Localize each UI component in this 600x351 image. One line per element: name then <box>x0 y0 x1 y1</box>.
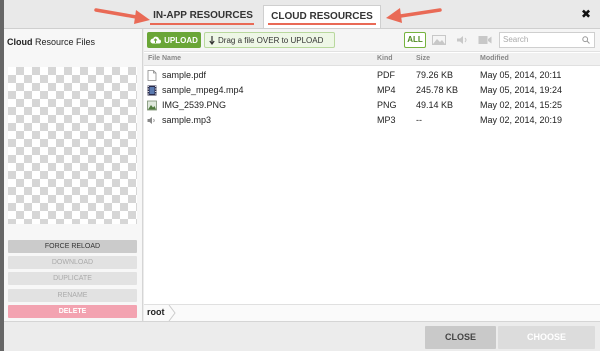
file-size: 245.78 KB <box>416 85 459 95</box>
search-icon <box>582 36 590 44</box>
col-size[interactable]: Size <box>416 55 430 62</box>
panel-title-rest: Resource Files <box>32 37 96 47</box>
speaker-icon <box>147 117 155 124</box>
dropzone-label: Drag a file OVER to UPLOAD <box>218 35 324 45</box>
file-modified: May 05, 2014, 20:11 <box>480 70 562 80</box>
file-kind: MP3 <box>377 115 396 125</box>
panel-title: Cloud Resource Files <box>7 37 95 47</box>
search-input[interactable]: Search <box>499 32 595 48</box>
file-browser: UPLOAD Drag a file OVER to UPLOAD ALL Se… <box>144 29 600 321</box>
rename-button[interactable]: RENAME <box>8 289 137 302</box>
breadcrumb: root <box>144 304 600 321</box>
image-icon <box>147 100 157 111</box>
col-kind[interactable]: Kind <box>377 55 393 62</box>
dialog-footer: CLOSE CHOOSE <box>4 321 600 351</box>
file-preview-area <box>8 67 137 224</box>
file-toolbar: UPLOAD Drag a file OVER to UPLOAD ALL Se… <box>144 29 600 52</box>
col-file-name[interactable]: File Name <box>148 55 181 62</box>
force-reload-button[interactable]: FORCE RELOAD <box>8 240 137 253</box>
upload-button[interactable]: UPLOAD <box>147 32 201 48</box>
drag-upload-dropzone[interactable]: Drag a file OVER to UPLOAD <box>204 32 335 48</box>
download-button[interactable]: DOWNLOAD <box>8 256 137 269</box>
delete-button[interactable]: DELETE <box>8 305 137 318</box>
file-size: 49.14 KB <box>416 100 454 110</box>
table-row[interactable]: IMG_2539.PNG PNG 49.14 KB May 02, 2014, … <box>144 98 600 113</box>
filter-video-button[interactable] <box>475 32 495 48</box>
chevron-right-icon <box>168 305 176 321</box>
search-placeholder: Search <box>503 35 529 44</box>
file-name: IMG_2539.PNG <box>162 100 227 110</box>
file-modified: May 02, 2014, 15:25 <box>480 100 563 110</box>
choose-button[interactable]: CHOOSE <box>498 326 595 349</box>
tab-cloud-label: CLOUD RESOURCES <box>271 11 373 22</box>
file-modified: May 02, 2014, 20:19 <box>480 115 563 125</box>
table-row[interactable]: sample_mpeg4.mp4 MP4 245.78 KB May 05, 2… <box>144 83 600 98</box>
audio-icon <box>456 36 466 44</box>
close-button[interactable]: CLOSE <box>425 326 496 349</box>
document-icon <box>147 70 157 81</box>
cloud-upload-icon <box>150 36 162 44</box>
preview-panel: Cloud Resource Files FORCE RELOAD DOWNLO… <box>4 29 143 321</box>
down-arrow-icon <box>209 35 215 45</box>
arrow-right-annotation <box>386 8 442 23</box>
filter-audio-button[interactable] <box>452 32 472 48</box>
upload-label: UPLOAD <box>164 35 198 45</box>
tab-cloud-resources[interactable]: CLOUD RESOURCES <box>263 5 381 29</box>
file-kind: MP4 <box>377 85 396 95</box>
file-name: sample.pdf <box>162 70 207 80</box>
duplicate-button[interactable]: DUPLICATE <box>8 272 137 285</box>
tab-in-app-underline <box>150 23 254 25</box>
file-name: sample.mp3 <box>162 115 212 125</box>
filter-images-button[interactable] <box>429 32 449 48</box>
filter-all-button[interactable]: ALL <box>404 32 426 48</box>
table-row[interactable]: sample.pdf PDF 79.26 KB May 05, 2014, 20… <box>144 68 600 83</box>
file-kind: PNG <box>377 100 397 110</box>
file-name: sample_mpeg4.mp4 <box>162 85 244 95</box>
breadcrumb-root[interactable]: root <box>147 307 165 317</box>
video-icon <box>478 36 492 44</box>
tab-in-app-label: IN-APP RESOURCES <box>153 10 253 21</box>
image-icon <box>432 35 446 45</box>
table-header: File Name Kind Size Modified <box>144 53 600 66</box>
tab-bar: IN-APP RESOURCES CLOUD RESOURCES ✖ <box>4 0 600 29</box>
arrow-left-annotation <box>94 8 150 24</box>
close-dialog-icon[interactable]: ✖ <box>581 7 591 21</box>
file-modified: May 05, 2014, 19:24 <box>480 85 563 95</box>
film-icon <box>147 85 157 96</box>
panel-title-bold: Cloud <box>7 37 33 47</box>
tab-in-app-resources[interactable]: IN-APP RESOURCES <box>147 5 259 29</box>
file-size: 79.26 KB <box>416 70 454 80</box>
tab-cloud-underline <box>268 23 376 25</box>
file-size: -- <box>416 115 422 125</box>
file-kind: PDF <box>377 70 395 80</box>
col-modified[interactable]: Modified <box>480 55 509 62</box>
table-row[interactable]: sample.mp3 MP3 -- May 02, 2014, 20:19 <box>144 113 600 128</box>
